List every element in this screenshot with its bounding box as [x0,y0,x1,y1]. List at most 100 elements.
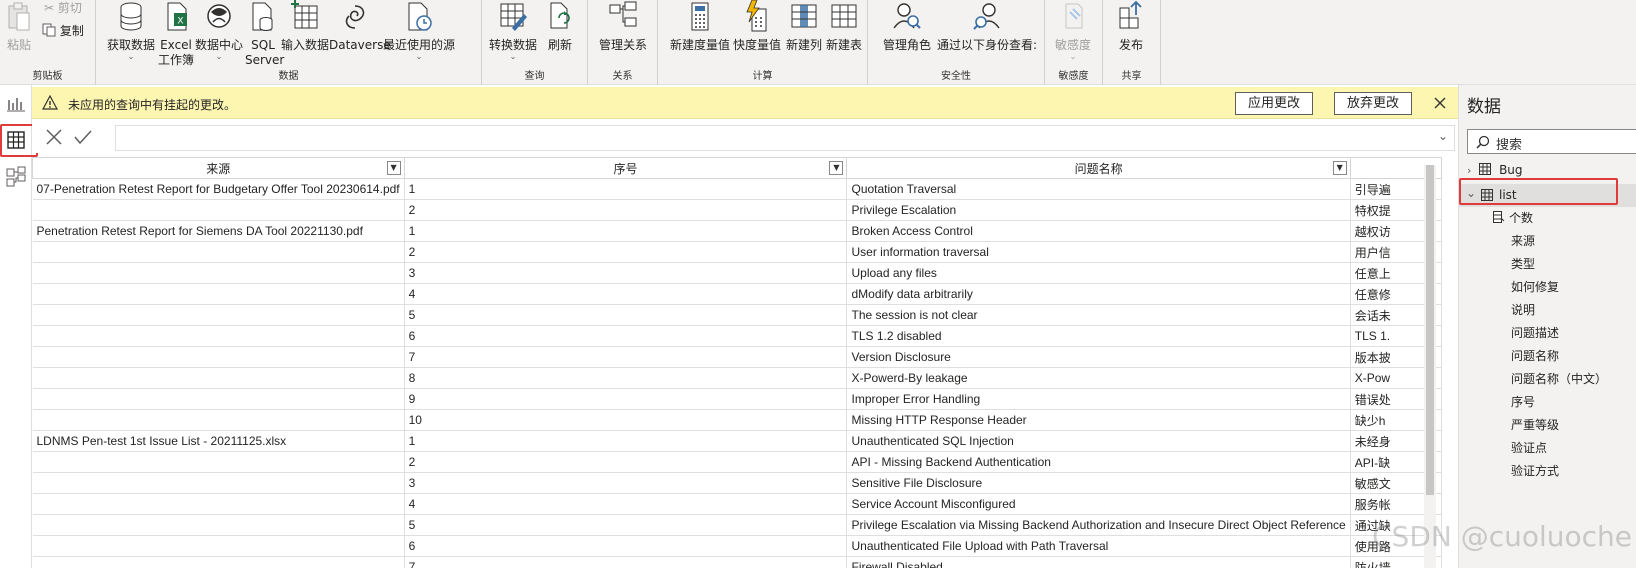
cut-button[interactable]: ✂ 剪切 [44,1,82,15]
table-cell[interactable]: Upload any files [846,262,1351,284]
field-item-measure[interactable]: 个数 [1493,209,1533,226]
refresh-button[interactable]: 刷新 [544,0,576,53]
table-row[interactable]: 3 Upload any files 任意上 [32,262,1442,284]
table-cell[interactable]: TLS 1.2 disabled [846,325,1351,347]
field-item[interactable]: 问题名称（中文） [1511,370,1607,387]
table-cell[interactable]: 1 [404,220,848,242]
table-cell[interactable]: 5 [404,514,848,536]
field-item[interactable]: 问题描述 [1511,324,1559,341]
table-cell[interactable]: 3 [404,262,848,284]
table-cell[interactable] [32,241,405,263]
table-cell[interactable]: 4 [404,283,848,305]
sql-server-button[interactable]: SQL Server [245,0,284,68]
column-header-issue-name[interactable]: 问题名称 ▼ [846,157,1351,179]
table-cell[interactable]: Firewall Disabled [846,556,1351,568]
table-cell[interactable]: 3 [404,472,848,494]
table-row[interactable]: 2 User information traversal 用户信 [32,241,1442,263]
table-cell[interactable] [32,304,405,326]
field-item[interactable]: 序号 [1511,393,1535,410]
table-cell[interactable]: Improper Error Handling [846,388,1351,410]
table-row[interactable]: 9 Improper Error Handling 错误处 [32,388,1442,410]
cancel-formula-icon[interactable] [45,128,63,146]
transform-data-button[interactable]: 转换数据 ⌄ [486,0,540,61]
field-item[interactable]: 问题名称 [1511,347,1559,364]
table-cell[interactable]: Service Account Misconfigured [846,493,1351,515]
table-cell[interactable]: 7 [404,556,848,568]
field-item[interactable]: 严重等级 [1511,416,1559,433]
table-cell[interactable] [32,409,405,431]
table-row[interactable]: 5 The session is not clear 会话未 [32,304,1442,326]
table-cell[interactable] [32,556,405,568]
field-item[interactable]: 说明 [1511,301,1535,318]
chevron-right-icon[interactable]: › [1467,164,1471,177]
table-item-bug[interactable]: › Bug [1467,163,1523,177]
manage-roles-button[interactable]: 管理角色 [882,0,932,53]
table-cell[interactable] [32,346,405,368]
table-cell[interactable] [32,199,405,221]
column-header-index[interactable]: 序号 ▼ [403,157,848,179]
table-cell[interactable]: 4 [404,493,848,515]
table-cell[interactable]: 7 [404,346,848,368]
field-item[interactable]: 来源 [1511,232,1535,249]
table-row[interactable]: 6 TLS 1.2 disabled TLS 1. [32,325,1442,347]
field-item[interactable]: 类型 [1511,255,1535,272]
table-cell[interactable]: 1 [404,178,848,200]
table-cell[interactable]: X-Powerd-By leakage [846,367,1351,389]
table-cell[interactable] [32,388,405,410]
table-row[interactable]: 4 dModify data arbitrarily 任意修 [32,283,1442,305]
close-icon[interactable] [1433,96,1447,110]
new-column-button[interactable]: 新建列 [786,0,822,53]
table-cell[interactable]: 6 [404,535,848,557]
table-cell[interactable]: Version Disclosure [846,346,1351,368]
table-cell[interactable]: Broken Access Control [846,220,1351,242]
search-input[interactable]: 搜索 [1467,129,1636,154]
table-cell[interactable]: Sensitive File Disclosure [846,472,1351,494]
new-measure-button[interactable]: 新建度量值 [670,0,730,53]
table-row[interactable]: 5 Privilege Escalation via Missing Backen… [32,514,1442,536]
table-cell[interactable]: 8 [404,367,848,389]
table-cell[interactable]: Privilege Escalation [846,199,1351,221]
sensitivity-button[interactable]: 敏感度 ⌄ [1053,0,1093,61]
report-view-icon[interactable] [4,91,28,115]
table-row[interactable]: 10 Missing HTTP Response Header 缺少h [32,409,1442,431]
enter-data-button[interactable]: 输入数据 [281,0,329,53]
table-cell[interactable]: 2 [404,451,848,473]
table-cell[interactable] [32,283,405,305]
table-row[interactable]: 7 Version Disclosure 版本披 [32,346,1442,368]
table-row[interactable]: Penetration Retest Report for Siemens DA… [32,220,1442,242]
filter-dropdown-icon[interactable]: ▼ [386,161,401,175]
table-row[interactable]: 3 Sensitive File Disclosure 敏感文 [32,472,1442,494]
discard-changes-button[interactable]: 放弃更改 [1334,92,1413,115]
publish-button[interactable]: 发布 [1113,0,1149,53]
view-as-button[interactable]: 通过以下身份查看: [934,0,1040,53]
table-cell[interactable] [32,472,405,494]
filter-dropdown-icon[interactable]: ▼ [829,161,844,175]
excel-workbook-button[interactable]: X Excel 工作簿 [158,0,194,68]
table-cell[interactable] [32,262,405,284]
table-row[interactable]: LDNMS Pen-test 1st Issue List - 20211125… [32,430,1442,452]
table-row[interactable]: 8 X-Powerd-By leakage X-Pow [32,367,1442,389]
filter-dropdown-icon[interactable]: ▼ [1332,161,1347,175]
table-cell[interactable]: 10 [404,409,848,431]
table-cell[interactable] [32,325,405,347]
formula-input[interactable]: ⌄ [115,125,1455,151]
table-cell[interactable]: 2 [404,241,848,263]
table-cell[interactable] [32,451,405,473]
table-cell[interactable]: 07-Penetration Retest Report for Budgeta… [32,178,405,200]
table-cell[interactable]: The session is not clear [846,304,1351,326]
scrollbar-thumb[interactable] [1426,165,1434,495]
table-row[interactable]: 4 Service Account Misconfigured 服务帐 [32,493,1442,515]
copy-button[interactable]: 复制 [42,23,84,38]
table-cell[interactable]: API - Missing Backend Authentication [846,451,1351,473]
table-cell[interactable]: 1 [404,430,848,452]
table-cell[interactable]: User information traversal [846,241,1351,263]
table-row[interactable]: 6 Unauthenticated File Upload with Path T… [32,535,1442,557]
get-data-button[interactable]: 获取数据 ⌄ [106,0,156,61]
table-cell[interactable]: 2 [404,199,848,221]
dataverse-button[interactable]: Dataverse [329,0,391,53]
table-cell[interactable]: LDNMS Pen-test 1st Issue List - 20211125… [32,430,405,452]
manage-relationships-button[interactable]: 管理关系 [594,0,652,53]
table-cell[interactable]: Privilege Escalation via Missing Backend… [846,514,1351,536]
apply-changes-button[interactable]: 应用更改 [1235,92,1314,115]
table-cell[interactable] [32,514,405,536]
